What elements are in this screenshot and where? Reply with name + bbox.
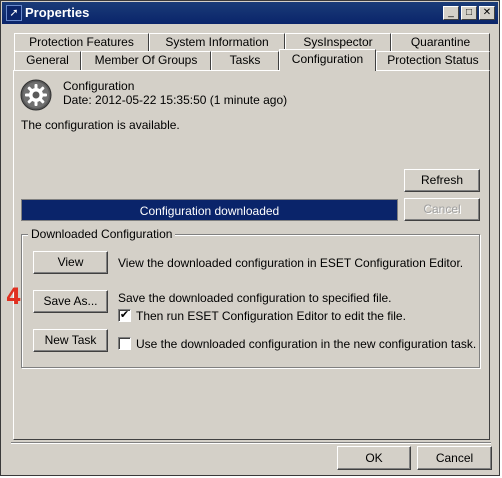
- properties-window: ➚ Properties _ □ ✕ Protection Features S…: [0, 0, 500, 476]
- run-editor-label[interactable]: Then run ESET Configuration Editor to ed…: [136, 309, 406, 323]
- tab-configuration[interactable]: Configuration: [279, 49, 376, 71]
- ok-button[interactable]: OK: [337, 446, 411, 470]
- minimize-button[interactable]: _: [443, 6, 459, 20]
- tab-tasks[interactable]: Tasks: [211, 51, 279, 70]
- close-button[interactable]: ✕: [479, 6, 495, 20]
- gear-icon: [20, 79, 52, 111]
- tab-member-of-groups[interactable]: Member Of Groups: [81, 51, 211, 70]
- tab-system-information[interactable]: System Information: [149, 33, 285, 52]
- group-label: Downloaded Configuration: [28, 227, 176, 241]
- title-bar[interactable]: ➚ Properties _ □ ✕: [2, 2, 498, 24]
- cancel-download-button[interactable]: Cancel: [404, 198, 480, 221]
- download-progress-bar: Configuration downloaded: [21, 199, 398, 221]
- refresh-button[interactable]: Refresh: [404, 169, 480, 192]
- new-task-label[interactable]: Use the downloaded configuration in the …: [136, 337, 476, 351]
- new-task-checkbox[interactable]: [118, 337, 131, 350]
- window-title: Properties: [25, 5, 90, 20]
- tab-protection-features[interactable]: Protection Features: [14, 33, 149, 52]
- step-annotation: 4: [6, 285, 22, 310]
- tab-general[interactable]: General: [14, 51, 81, 70]
- app-arrow-icon: ➚: [6, 5, 22, 21]
- config-name: Configuration: [63, 79, 135, 93]
- view-button[interactable]: View: [33, 251, 108, 274]
- save-description: Save the downloaded configuration to spe…: [118, 291, 392, 305]
- view-description: View the downloaded configuration in ESE…: [118, 256, 464, 270]
- new-task-button[interactable]: New Task: [33, 329, 108, 352]
- maximize-button[interactable]: □: [461, 6, 477, 20]
- tab-protection-status[interactable]: Protection Status: [376, 51, 490, 70]
- save-as-button[interactable]: Save As...: [33, 290, 108, 313]
- config-date: Date: 2012-05-22 15:35:50 (1 minute ago): [63, 93, 288, 107]
- cancel-button[interactable]: Cancel: [417, 446, 492, 470]
- run-editor-checkbox[interactable]: ✔: [118, 309, 131, 322]
- progress-label: Configuration downloaded: [139, 204, 280, 218]
- config-status-text: The configuration is available.: [21, 118, 180, 132]
- tab-quarantine[interactable]: Quarantine: [391, 33, 490, 52]
- checkmark-icon: ✔: [119, 309, 130, 321]
- footer-separator: [11, 442, 491, 444]
